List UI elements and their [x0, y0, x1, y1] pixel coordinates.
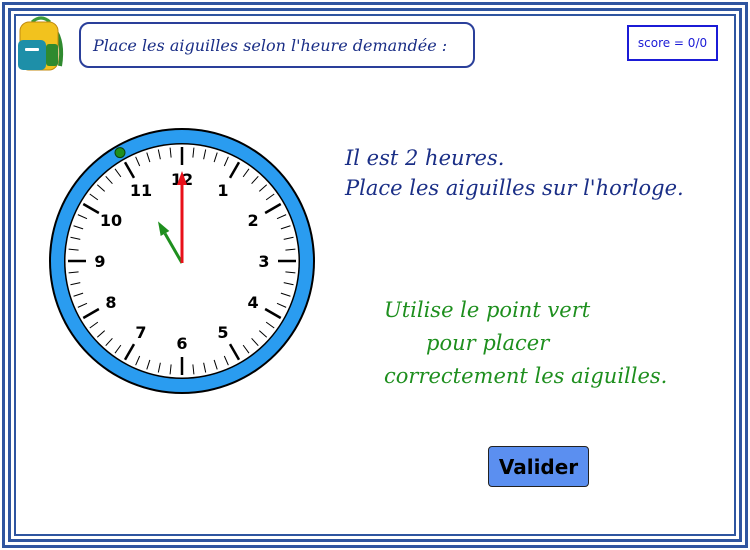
question-text: Il est 2 heures. Place les aiguilles sur… — [345, 143, 684, 203]
clock-number: 9 — [94, 252, 105, 271]
clock-number: 7 — [135, 323, 146, 342]
clock-number: 11 — [130, 181, 152, 200]
hint-line-3: correctement les aiguilles. — [384, 364, 668, 388]
clock-number: 6 — [176, 334, 187, 353]
clock[interactable]: 121234567891011 — [46, 125, 318, 397]
backpack-icon — [18, 16, 64, 71]
clock-number: 4 — [247, 293, 258, 312]
clock-number: 2 — [247, 211, 258, 230]
instruction-text: Place les aiguilles selon l'heure demand… — [93, 35, 448, 55]
instruction-box: Place les aiguilles selon l'heure demand… — [79, 22, 475, 68]
score-label: score = 0/0 — [637, 36, 708, 50]
question-line-2: Place les aiguilles sur l'horloge. — [345, 176, 684, 200]
clock-number: 10 — [100, 211, 122, 230]
hint-line-1: Utilise le point vert — [384, 298, 591, 322]
clock-number: 1 — [217, 181, 228, 200]
clock-number: 5 — [217, 323, 228, 342]
hint-text: Utilise le point vert pour placer correc… — [384, 294, 667, 393]
validate-button[interactable]: Valider — [488, 446, 589, 487]
score-box: score = 0/0 — [627, 25, 718, 61]
green-handle-dot[interactable] — [114, 147, 126, 159]
clock-number: 3 — [258, 252, 269, 271]
hint-line-2: pour placer — [426, 331, 550, 355]
question-line-1: Il est 2 heures. — [345, 146, 505, 170]
clock-number: 8 — [105, 293, 116, 312]
